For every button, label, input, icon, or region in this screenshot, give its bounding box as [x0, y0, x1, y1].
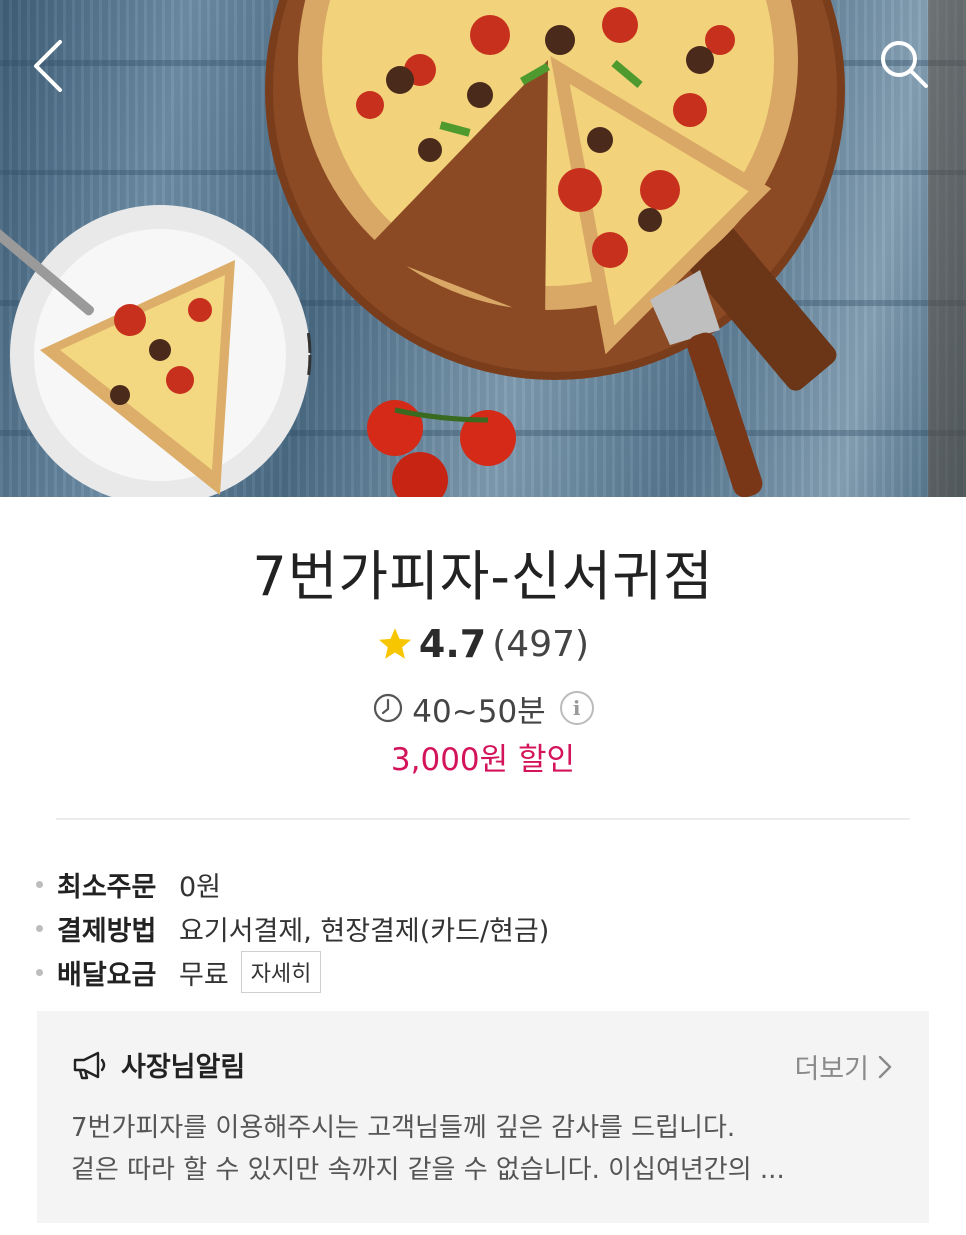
review-count: (497): [492, 623, 590, 665]
megaphone-icon: [73, 1051, 106, 1079]
divider: [56, 818, 910, 820]
owner-notice[interactable]: 사장님알림 더보기 7번가피자를 이용해주시는 고객님들께 깊은 감사를 드립니…: [37, 1011, 929, 1223]
rating-row: 4.7 (497): [0, 620, 966, 668]
delivery-fee-row: 배달요금 무료 자세히: [36, 950, 549, 994]
payment-label: 결제방법: [57, 915, 157, 947]
notice-body: 7번가피자를 이용해주시는 고객님들께 깊은 감사를 드립니다. 겉은 따라 할…: [71, 1107, 901, 1191]
clock-icon: [374, 693, 403, 723]
delivery-time-row: 40~50분 i: [0, 684, 966, 732]
notice-line-2: 겉은 따라 할 수 있지만 속까지 같을 수 없습니다. 이십여년간의 ...: [71, 1155, 785, 1185]
notice-more-label: 더보기: [794, 1054, 869, 1085]
pizza-photo: [0, 0, 966, 497]
payment-value: 요기서결제, 현장결제(카드/현금): [179, 915, 550, 947]
info-icon[interactable]: i: [559, 691, 594, 725]
star-icon: [378, 628, 411, 659]
store-info-list: 최소주문 0원 결제방법 요기서결제, 현장결제(카드/현금) 배달요금 무료 …: [36, 862, 549, 994]
min-order-label: 최소주문: [57, 871, 157, 903]
back-button[interactable]: [30, 38, 90, 98]
bullet: [36, 968, 43, 976]
delivery-time: 40~50분: [412, 693, 546, 730]
payment-row: 결제방법 요기서결제, 현장결제(카드/현금): [36, 906, 549, 950]
delivery-fee-detail-button[interactable]: 자세히: [240, 951, 322, 993]
delivery-fee-label: 배달요금: [57, 959, 157, 991]
discount-label: 3,000원 할인: [390, 742, 576, 778]
notice-line-1: 7번가피자를 이용해주시는 고객님들께 깊은 감사를 드립니다.: [71, 1113, 736, 1143]
delivery-fee-value: 무료: [179, 959, 229, 991]
notice-more-link[interactable]: 더보기: [794, 1047, 893, 1086]
search-icon: [881, 41, 928, 88]
chevron-right-icon: [878, 1055, 892, 1078]
store-name: 7번가피자-신서귀점: [252, 545, 714, 608]
min-order-row: 최소주문 0원: [36, 862, 549, 906]
rating-value: 4.7: [418, 622, 487, 666]
store-hero-image: [0, 0, 966, 497]
min-order-value: 0원: [179, 871, 222, 903]
search-button[interactable]: [878, 38, 938, 98]
notice-title: 사장님알림: [121, 1052, 246, 1083]
bullet: [36, 924, 43, 932]
chevron-left-icon: [34, 40, 62, 92]
notice-header: 사장님알림: [71, 1045, 245, 1084]
bullet: [36, 880, 43, 888]
